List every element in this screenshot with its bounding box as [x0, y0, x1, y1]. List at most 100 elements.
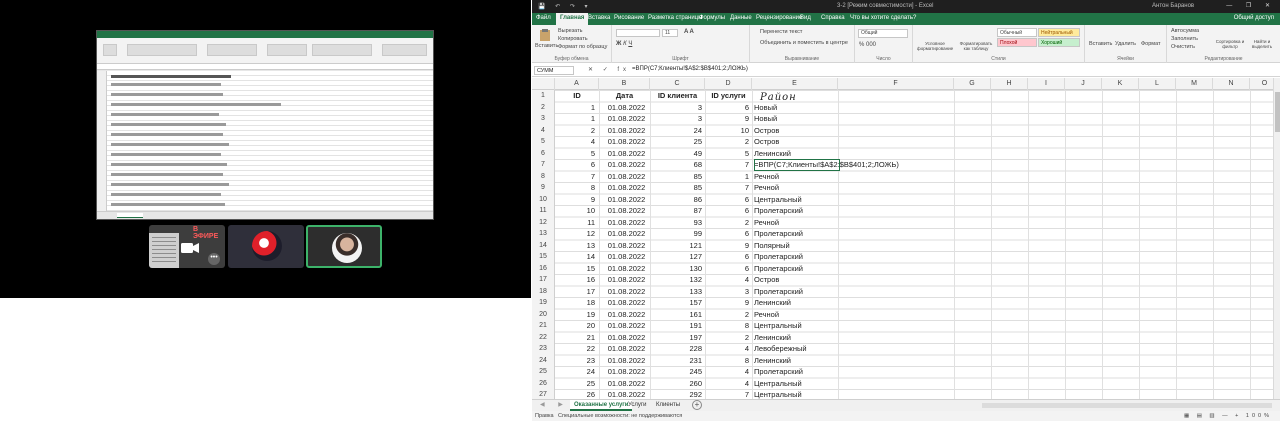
cell-service-id[interactable]: 4 [705, 343, 749, 355]
cell-client-id[interactable]: 161 [650, 309, 702, 321]
row-number[interactable]: 22 [532, 331, 555, 343]
tab-help[interactable]: Справка [821, 15, 845, 21]
cell-client-id[interactable]: 245 [650, 366, 702, 378]
cell-service-id[interactable]: 6 [705, 228, 749, 240]
row-number[interactable]: 14 [532, 239, 555, 251]
header-date[interactable]: Дата [599, 90, 650, 102]
cell-district[interactable]: Пролетарский [754, 366, 840, 378]
format-cells-button[interactable]: Формат [1141, 41, 1161, 47]
cell-district[interactable]: Речной [754, 171, 840, 183]
tab-file[interactable]: Файл [536, 15, 551, 21]
cell-id[interactable]: 21 [555, 332, 595, 344]
bold-italic-underline[interactable]: Ж К Ч [616, 41, 632, 47]
cell-id[interactable]: 22 [555, 343, 595, 355]
row-number[interactable]: 27 [532, 389, 555, 399]
cell-id[interactable]: 1 [555, 113, 595, 125]
row-number[interactable]: 2 [532, 101, 555, 113]
row-number[interactable]: 16 [532, 262, 555, 274]
wrap-text-button[interactable]: Перенести текст [760, 29, 802, 35]
cell-id[interactable]: 7 [555, 171, 595, 183]
row-number[interactable]: 18 [532, 285, 555, 297]
row-number[interactable]: 23 [532, 343, 555, 355]
row-number[interactable]: 26 [532, 377, 555, 389]
cell-id[interactable]: 2 [555, 125, 595, 137]
cell-service-id[interactable]: 2 [705, 136, 749, 148]
cell-client-id[interactable]: 85 [650, 182, 702, 194]
cell-id[interactable]: 13 [555, 240, 595, 252]
tab-page-layout[interactable]: Разметка страницы [648, 15, 702, 21]
cell-service-id[interactable]: 3 [705, 286, 749, 298]
row-number[interactable]: 19 [532, 297, 555, 309]
cell-date[interactable]: 01.08.2022 [601, 389, 652, 399]
row-number[interactable]: 17 [532, 274, 555, 286]
row-number[interactable]: 25 [532, 366, 555, 378]
cut-button[interactable]: Вырезать [558, 28, 582, 34]
row-number[interactable]: 12 [532, 216, 555, 228]
cell-district[interactable]: Пролетарский [754, 286, 840, 298]
copy-button[interactable]: Копировать [558, 36, 588, 42]
cell-service-id[interactable]: 2 [705, 332, 749, 344]
cell-service-id[interactable]: 6 [705, 194, 749, 206]
cell-id[interactable]: 18 [555, 297, 595, 309]
cell-service-id[interactable]: 2 [705, 309, 749, 321]
cell-date[interactable]: 01.08.2022 [601, 148, 652, 160]
row-number[interactable]: 13 [532, 228, 555, 240]
cell-date[interactable]: 01.08.2022 [601, 251, 652, 263]
row-number[interactable]: 1 [532, 90, 555, 102]
col-header-a[interactable]: A [555, 78, 599, 90]
col-header-i[interactable]: I [1028, 78, 1065, 90]
cell-district[interactable]: Пролетарский [754, 251, 840, 263]
formula-input[interactable]: =ВПР(C7;Клиенты!$A$2:$B$401;2;ЛОЖЬ) [632, 66, 748, 72]
delete-cells-button[interactable]: Удалить [1115, 41, 1136, 47]
cell-district[interactable]: Речной [754, 309, 840, 321]
row-number[interactable]: 5 [532, 136, 555, 148]
cell-service-id[interactable]: 9 [705, 297, 749, 309]
cell-client-id[interactable]: 85 [650, 171, 702, 183]
cell-service-id[interactable]: 9 [705, 240, 749, 252]
sort-filter-button[interactable]: Сортировка и фильтр [1215, 39, 1245, 49]
number-format-select[interactable]: Общий [858, 29, 908, 38]
cell-service-id[interactable]: 8 [705, 320, 749, 332]
header-service-id[interactable]: ID услуги [705, 90, 752, 102]
cell-date[interactable]: 01.08.2022 [601, 332, 652, 344]
tab-home[interactable]: Главная [556, 13, 589, 25]
cell-client-id[interactable]: 99 [650, 228, 702, 240]
cell-client-id[interactable]: 49 [650, 148, 702, 160]
cell-district[interactable]: Центральный [754, 320, 840, 332]
style-good[interactable]: Хороший [1038, 38, 1080, 47]
clear-button[interactable]: Очистить [1171, 44, 1195, 50]
cell-client-id[interactable]: 87 [650, 205, 702, 217]
row-number[interactable]: 24 [532, 354, 555, 366]
cell-district[interactable]: Остров [754, 274, 840, 286]
row-number[interactable]: 8 [532, 170, 555, 182]
cell-date[interactable]: 01.08.2022 [601, 136, 652, 148]
cell-service-id[interactable]: 2 [705, 217, 749, 229]
cell-district[interactable]: Пролетарский [754, 205, 840, 217]
horizontal-scrollbar[interactable] [982, 403, 1272, 408]
accessibility-status[interactable]: Специальные возможности: не поддерживают… [558, 411, 682, 421]
cell-id[interactable]: 5 [555, 148, 595, 160]
cell-date[interactable]: 01.08.2022 [601, 171, 652, 183]
cell-date[interactable]: 01.08.2022 [601, 320, 652, 332]
cell-date[interactable]: 01.08.2022 [601, 297, 652, 309]
cell-district[interactable]: Речной [754, 182, 840, 194]
cell-id[interactable]: 6 [555, 159, 595, 171]
col-header-d[interactable]: D [705, 78, 752, 90]
cell-service-id[interactable]: 6 [705, 205, 749, 217]
cell-service-id[interactable]: 7 [705, 389, 749, 399]
font-buttons[interactable]: A A [684, 29, 694, 35]
format-as-table-button[interactable]: Форматировать как таблицу [957, 41, 995, 51]
cell-service-id[interactable]: 5 [705, 148, 749, 160]
cell-client-id[interactable]: 133 [650, 286, 702, 298]
cell-district[interactable]: Речной [754, 217, 840, 229]
cell-date[interactable]: 01.08.2022 [601, 217, 652, 229]
cell-date[interactable]: 01.08.2022 [601, 355, 652, 367]
row-number[interactable]: 15 [532, 251, 555, 263]
cell-service-id[interactable]: 7 [705, 159, 749, 171]
cell-date[interactable]: 01.08.2022 [601, 159, 652, 171]
row-number[interactable]: 10 [532, 193, 555, 205]
cell-date[interactable]: 01.08.2022 [601, 182, 652, 194]
participant-tile-screen[interactable]: В ЭФИРЕ ••• [149, 225, 225, 268]
participant-tile-2[interactable] [228, 225, 304, 268]
shared-screen-preview[interactable] [96, 30, 434, 220]
